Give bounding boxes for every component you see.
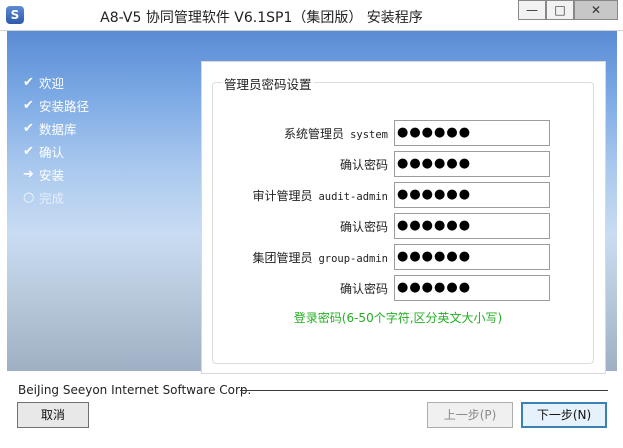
field-label: 系统管理员	[284, 127, 345, 141]
password-row-group: 集团管理员 group-admin ●●●●●●	[202, 244, 594, 270]
step-list: ✔ 欢迎 ✔ 安装路径 ✔ 数据库 ✔ 确认 ➔ 安装 ○ 完成	[23, 71, 89, 209]
step-label: 数据库	[39, 122, 77, 137]
footer-divider	[240, 390, 608, 391]
installer-window: S A8-V5 协同管理软件 V6.1SP1（集团版） 安装程序 — □ ✕ ✔…	[0, 0, 623, 448]
password-row-audit: 审计管理员 audit-admin ●●●●●●	[202, 182, 594, 208]
group-confirm-password-field[interactable]: ●●●●●●	[394, 275, 550, 301]
account-name: audit-admin	[318, 191, 388, 203]
account-name: system	[350, 129, 388, 141]
minimize-button[interactable]: —	[518, 0, 546, 20]
maximize-button[interactable]: □	[546, 0, 574, 20]
step-item-install: ➔ 安装	[23, 163, 89, 186]
password-row-audit-confirm: 确认密码 ●●●●●●	[202, 213, 594, 239]
field-label: 确认密码	[339, 220, 388, 234]
check-icon: ✔	[23, 98, 34, 113]
step-label: 确认	[39, 145, 65, 160]
check-icon: ✔	[23, 75, 34, 90]
window-title: A8-V5 协同管理软件 V6.1SP1（集团版） 安装程序	[100, 10, 423, 26]
cancel-button[interactable]: 取消	[17, 402, 89, 428]
field-label: 审计管理员	[252, 189, 313, 203]
step-label: 安装	[39, 168, 65, 183]
system-confirm-password-field[interactable]: ●●●●●●	[394, 151, 550, 177]
previous-button[interactable]: 上一步(P)	[427, 402, 513, 428]
step-item-database: ✔ 数据库	[23, 117, 89, 140]
step-item-confirm: ✔ 确认	[23, 140, 89, 163]
password-row-group-confirm: 确认密码 ●●●●●●	[202, 275, 594, 301]
app-icon[interactable]: S	[6, 6, 24, 24]
step-item-welcome: ✔ 欢迎	[23, 71, 89, 94]
check-icon: ✔	[23, 144, 34, 159]
circle-icon: ○	[23, 190, 35, 205]
password-row-system-confirm: 确认密码 ●●●●●●	[202, 151, 594, 177]
password-hint: 登录密码(6-50个字符,区分英文大小写)	[293, 311, 503, 325]
arrow-right-icon: ➔	[23, 167, 34, 182]
field-label: 确认密码	[339, 282, 388, 296]
check-icon: ✔	[23, 121, 34, 136]
step-label: 欢迎	[39, 76, 65, 91]
company-name: BeiJing Seeyon Internet Software Corp.	[18, 383, 252, 397]
account-name: group-admin	[318, 253, 388, 265]
system-password-field[interactable]: ●●●●●●	[394, 120, 550, 146]
field-label: 确认密码	[339, 158, 388, 172]
step-item-install-path: ✔ 安装路径	[23, 94, 89, 117]
step-label: 完成	[39, 191, 65, 206]
group-title: 管理员密码设置	[222, 74, 314, 93]
title-bar[interactable]: S A8-V5 协同管理软件 V6.1SP1（集团版） 安装程序 — □ ✕	[0, 0, 623, 31]
field-label: 集团管理员	[252, 251, 313, 265]
next-button[interactable]: 下一步(N)	[521, 402, 607, 428]
password-panel: 管理员密码设置 系统管理员 system ●●●●●● 确认密码 ●●●●●● 审…	[201, 61, 606, 374]
group-password-field[interactable]: ●●●●●●	[394, 244, 550, 270]
step-item-finish: ○ 完成	[23, 186, 89, 209]
password-row-system: 系统管理员 system ●●●●●●	[202, 120, 594, 146]
close-button[interactable]: ✕	[574, 0, 618, 20]
audit-password-field[interactable]: ●●●●●●	[394, 182, 550, 208]
audit-confirm-password-field[interactable]: ●●●●●●	[394, 213, 550, 239]
step-label: 安装路径	[39, 99, 90, 114]
